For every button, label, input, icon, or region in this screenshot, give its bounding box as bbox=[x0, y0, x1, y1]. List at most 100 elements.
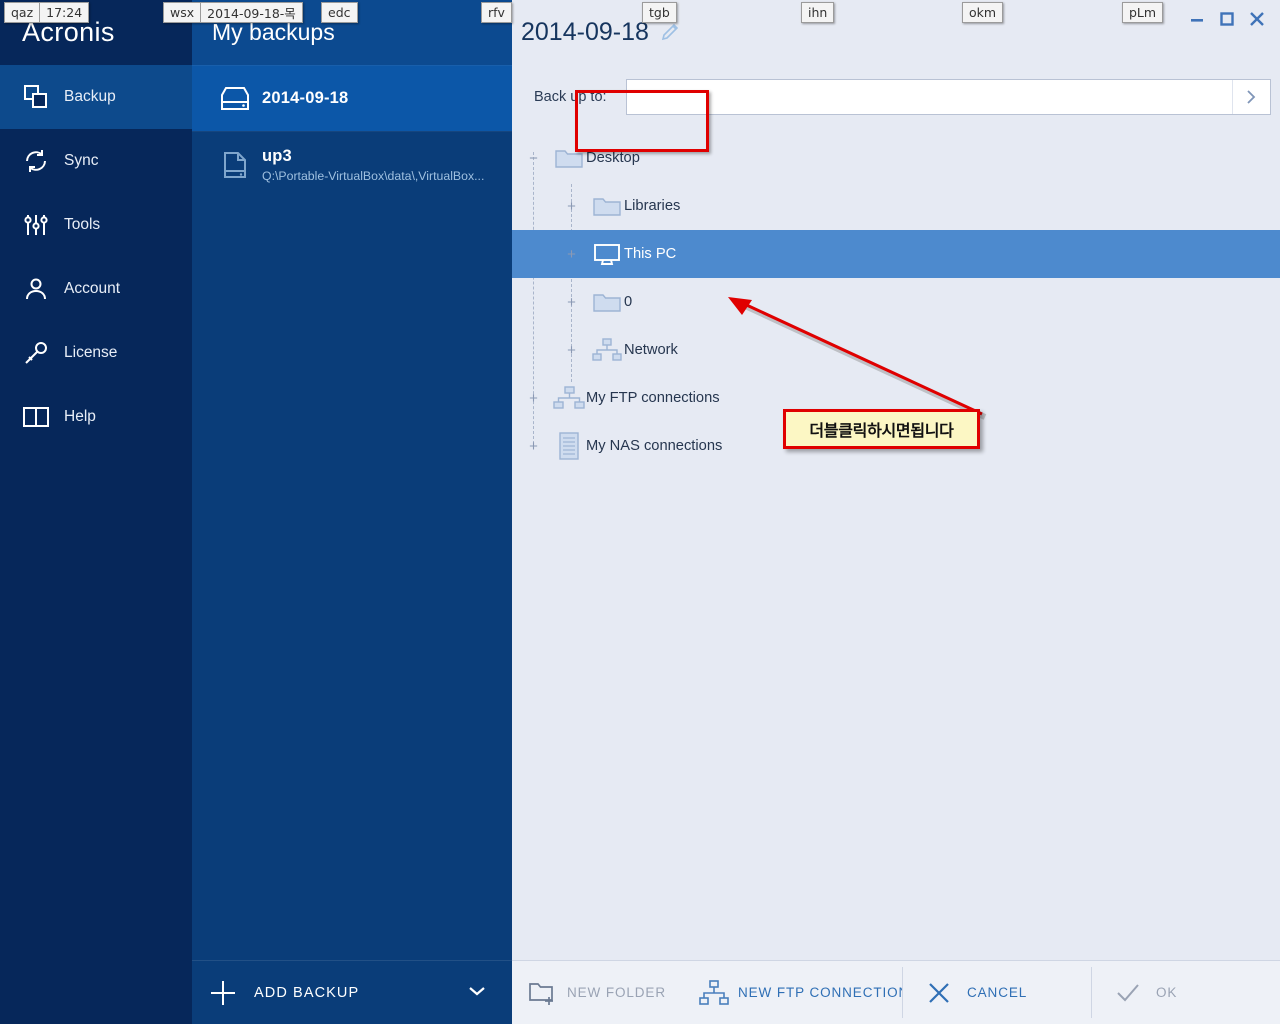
hint-badge-ihn: ihn bbox=[801, 2, 835, 23]
hint-key: pLm bbox=[1129, 5, 1157, 20]
tree-row-network[interactable]: + Network bbox=[512, 326, 1280, 374]
new-ftp-connection-button[interactable]: NEW FTP CONNECTION bbox=[682, 961, 902, 1024]
highlight-box-this-pc bbox=[575, 90, 709, 152]
hint-key: tgb bbox=[649, 5, 670, 20]
tree-label: Libraries bbox=[624, 198, 681, 214]
hint-badge-tgb: tgb bbox=[642, 2, 677, 23]
hint-key: okm bbox=[969, 5, 997, 20]
tree-label: This PC bbox=[624, 246, 677, 262]
monitor-icon bbox=[590, 242, 624, 266]
hint-badge-rfv: rfv bbox=[481, 2, 512, 23]
ftp-connection-icon bbox=[698, 979, 730, 1007]
clock-text: 17:24 bbox=[46, 5, 83, 20]
sidebar-item-label: Tools bbox=[64, 216, 101, 233]
backup-list-item-text: up3 Q:\Portable-VirtualBox\data\,Virtual… bbox=[262, 147, 484, 183]
tree-row-hit[interactable]: My NAS connections bbox=[552, 422, 722, 470]
sidebar-item-help[interactable]: Help bbox=[0, 385, 192, 449]
tree-row-hit[interactable]: Network bbox=[590, 326, 678, 374]
expand-plus-icon[interactable]: + bbox=[527, 439, 540, 454]
ok-label: OK bbox=[1156, 985, 1178, 1000]
help-book-icon bbox=[14, 401, 58, 433]
sidebar-item-tools[interactable]: Tools bbox=[0, 193, 192, 257]
sidebar-item-sync[interactable]: Sync bbox=[0, 129, 192, 193]
expand-plus-icon[interactable]: + bbox=[565, 199, 578, 214]
annotation-text: 더블클릭하시면됩니다 bbox=[809, 421, 954, 440]
window-controls bbox=[1182, 6, 1272, 32]
backup-name: up3 bbox=[262, 146, 292, 165]
cancel-button[interactable]: CANCEL bbox=[903, 961, 1091, 1024]
backup-icon bbox=[14, 81, 58, 113]
tree-row-hit[interactable]: 0 bbox=[590, 278, 632, 326]
backup-list-item-text: 2014-09-18 bbox=[262, 89, 348, 108]
tree-label: 0 bbox=[624, 294, 633, 310]
chevron-right-icon[interactable] bbox=[1231, 80, 1270, 114]
folder-icon bbox=[590, 194, 624, 218]
sidebar-item-license[interactable]: License bbox=[0, 321, 192, 385]
tree-label: Network bbox=[624, 342, 678, 358]
sidebar: Acronis Backup Sync Tools Account Licens… bbox=[0, 0, 192, 1024]
hint-badge-wsx: wsx 2014-09-18-목 bbox=[163, 2, 303, 23]
add-backup-button[interactable]: ADD BACKUP bbox=[192, 960, 512, 1024]
new-folder-button[interactable]: NEW FOLDER bbox=[512, 961, 682, 1024]
backup-title: 2014-09-18 bbox=[521, 17, 649, 46]
date-badge-text: 2014-09-18-목 bbox=[207, 6, 296, 21]
sidebar-item-label: Help bbox=[64, 408, 96, 425]
expand-plus-icon[interactable]: + bbox=[565, 295, 578, 310]
disk-icon bbox=[208, 85, 262, 113]
backup-list-item[interactable]: 2014-09-18 bbox=[192, 65, 512, 131]
file-icon bbox=[208, 150, 262, 180]
expand-plus-icon[interactable]: + bbox=[565, 247, 578, 262]
page-title: My backups bbox=[212, 19, 335, 45]
cancel-label: CANCEL bbox=[967, 985, 1028, 1000]
sidebar-item-backup[interactable]: Backup bbox=[0, 65, 192, 129]
chevron-down-icon[interactable] bbox=[468, 984, 486, 1002]
new-ftp-label: NEW FTP CONNECTION bbox=[738, 985, 902, 1000]
account-icon bbox=[14, 273, 58, 305]
tree-label: My NAS connections bbox=[586, 438, 723, 454]
new-folder-label: NEW FOLDER bbox=[566, 985, 666, 1000]
expand-plus-icon[interactable]: + bbox=[565, 343, 578, 358]
hint-key: wsx bbox=[170, 5, 195, 20]
tree-row-libraries[interactable]: + Libraries bbox=[512, 182, 1280, 230]
tree-row-hit[interactable]: This PC bbox=[590, 230, 676, 278]
tree-label: My FTP connections bbox=[586, 390, 720, 406]
tools-icon bbox=[14, 209, 58, 241]
window-titlebar: 2014-09-18 bbox=[512, 0, 1280, 64]
hint-badge-plm: pLm bbox=[1122, 2, 1164, 23]
folder-icon bbox=[590, 290, 624, 314]
add-backup-label: ADD BACKUP bbox=[254, 984, 360, 1001]
sidebar-item-account[interactable]: Account bbox=[0, 257, 192, 321]
hint-badge-okm: okm bbox=[962, 2, 1004, 23]
annotation-callout: 더블클릭하시면됩니다 bbox=[783, 409, 980, 449]
tree-label: Desktop bbox=[586, 150, 640, 166]
network-icon bbox=[590, 337, 624, 363]
tree-row-this-pc[interactable]: + This PC bbox=[512, 230, 1280, 278]
hint-key: ihn bbox=[808, 5, 828, 20]
pencil-icon[interactable] bbox=[660, 22, 680, 47]
destination-input[interactable] bbox=[626, 80, 1232, 114]
close-button[interactable] bbox=[1242, 6, 1272, 32]
tree-row-hit[interactable]: My FTP connections bbox=[552, 374, 720, 422]
ftp-icon bbox=[552, 385, 586, 411]
backup-name: 2014-09-18 bbox=[262, 89, 349, 107]
hint-key: rfv bbox=[488, 5, 505, 20]
sidebar-item-label: Backup bbox=[64, 88, 116, 105]
maximize-button[interactable] bbox=[1212, 6, 1242, 32]
backup-list-panel: My backups 2014-09-18 up3 Q:\Portable-Vi… bbox=[192, 0, 512, 1024]
license-key-icon bbox=[14, 337, 58, 369]
main-panel: 2014-09-18 Back up to: − Desktop + Libra… bbox=[512, 0, 1280, 1024]
ok-button[interactable]: OK bbox=[1092, 961, 1278, 1024]
sidebar-item-label: Account bbox=[64, 280, 121, 297]
expand-plus-icon[interactable]: + bbox=[527, 391, 540, 406]
hint-badge-qaz: qaz 17:24 bbox=[4, 2, 90, 23]
collapse-minus-icon[interactable]: − bbox=[527, 151, 540, 166]
sidebar-item-label: Sync bbox=[64, 152, 99, 169]
nas-icon bbox=[552, 431, 586, 461]
hint-key: qaz bbox=[11, 5, 34, 20]
check-icon bbox=[1108, 982, 1148, 1004]
tree-row-hit[interactable]: Libraries bbox=[590, 182, 680, 230]
minimize-button[interactable] bbox=[1182, 6, 1212, 32]
sync-icon bbox=[14, 145, 58, 177]
backup-list-item[interactable]: up3 Q:\Portable-VirtualBox\data\,Virtual… bbox=[192, 131, 512, 197]
tree-row-0[interactable]: + 0 bbox=[512, 278, 1280, 326]
